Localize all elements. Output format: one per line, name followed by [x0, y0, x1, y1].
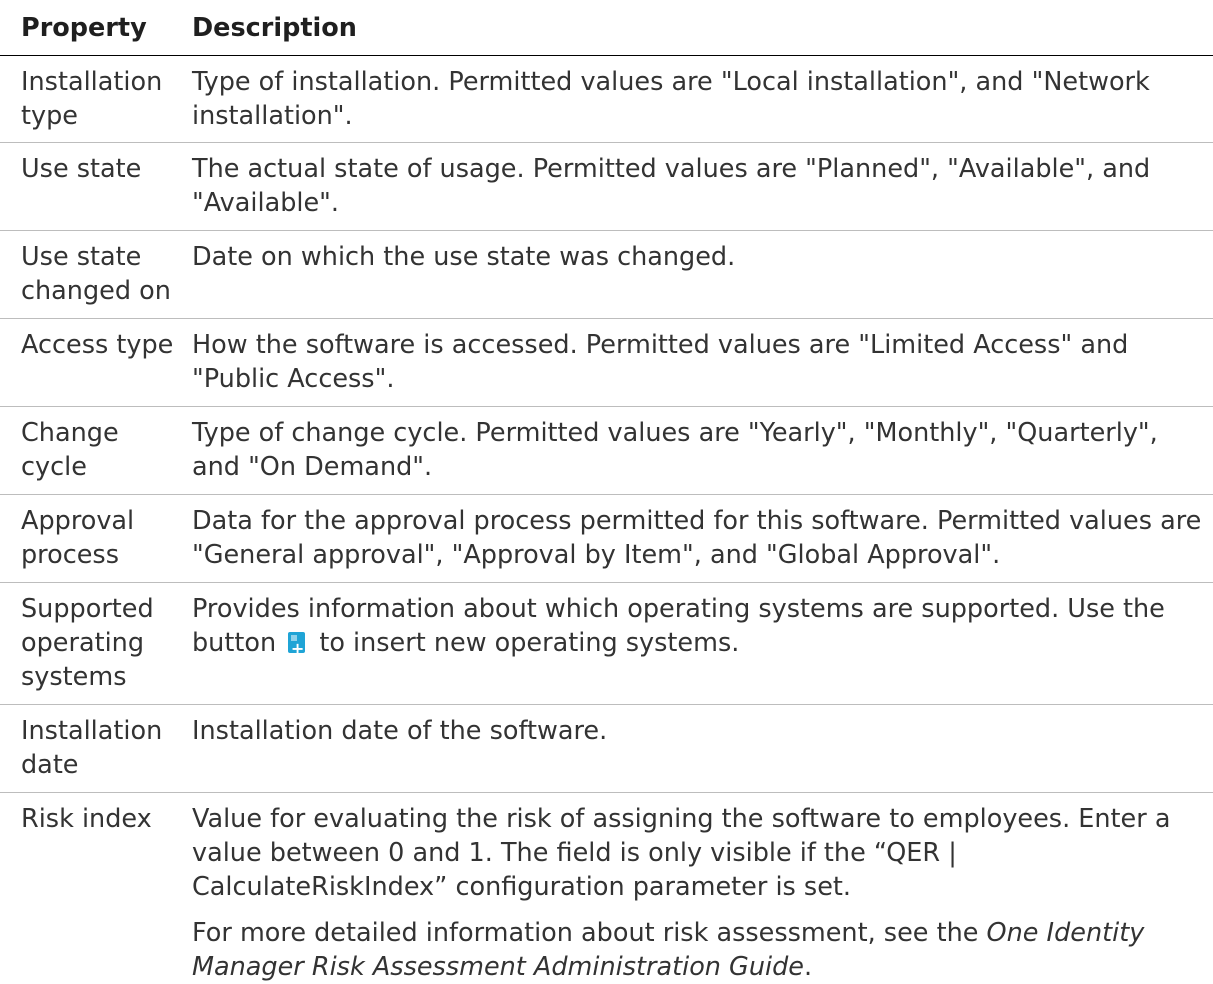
table-row: Approval process Data for the approval p…: [0, 495, 1213, 583]
property-description: Provides information about which operati…: [192, 592, 1202, 660]
header-property: Property: [21, 13, 147, 43]
property-description: How the software is accessed. Permitted …: [192, 330, 1129, 394]
property-description: Value for evaluating the risk of assigni…: [192, 802, 1202, 984]
note-text: .: [803, 952, 813, 982]
property-name: Installation date: [21, 716, 163, 780]
description-note: For more detailed information about risk…: [192, 916, 1202, 984]
table-row: Installation type Type of installation. …: [0, 56, 1213, 143]
property-description: Installation date of the software.: [192, 716, 608, 746]
description-text: to insert new operating systems.: [311, 628, 740, 658]
property-description: Date on which the use state was changed.: [192, 242, 736, 272]
property-name: Change cycle: [21, 418, 119, 482]
property-description: Data for the approval process permitted …: [192, 506, 1202, 570]
property-description: Type of change cycle. Permitted values a…: [192, 418, 1158, 482]
description-paragraph: Value for evaluating the risk of assigni…: [192, 804, 1171, 902]
table-row: Risk index Value for evaluating the risk…: [0, 793, 1213, 983]
property-name: Installation type: [21, 67, 163, 131]
table-row: Access type How the software is accessed…: [0, 319, 1213, 407]
property-name: Use state changed on: [21, 242, 171, 306]
table-row: Change cycle Type of change cycle. Permi…: [0, 407, 1213, 495]
property-description: Type of installation. Permitted values a…: [192, 67, 1150, 131]
table-row: Installation date Installation date of t…: [0, 705, 1213, 793]
table-row: Use state The actual state of usage. Per…: [0, 143, 1213, 231]
property-name: Supported operating systems: [21, 594, 154, 692]
note-text: For more detailed information about risk…: [192, 918, 987, 948]
add-item-icon: [288, 632, 306, 659]
property-name: Use state: [21, 154, 142, 184]
property-name: Access type: [21, 330, 174, 360]
property-description: The actual state of usage. Permitted val…: [192, 154, 1151, 218]
property-name: Risk index: [21, 804, 152, 834]
table-row: Use state changed on Date on which the u…: [0, 231, 1213, 319]
table-row: Supported operating systems Provides inf…: [0, 583, 1213, 705]
property-table: Property Description Installation type T…: [0, 0, 1213, 983]
property-name: Approval process: [21, 506, 135, 570]
table-header: Property Description: [0, 0, 1213, 56]
header-description: Description: [192, 13, 357, 43]
